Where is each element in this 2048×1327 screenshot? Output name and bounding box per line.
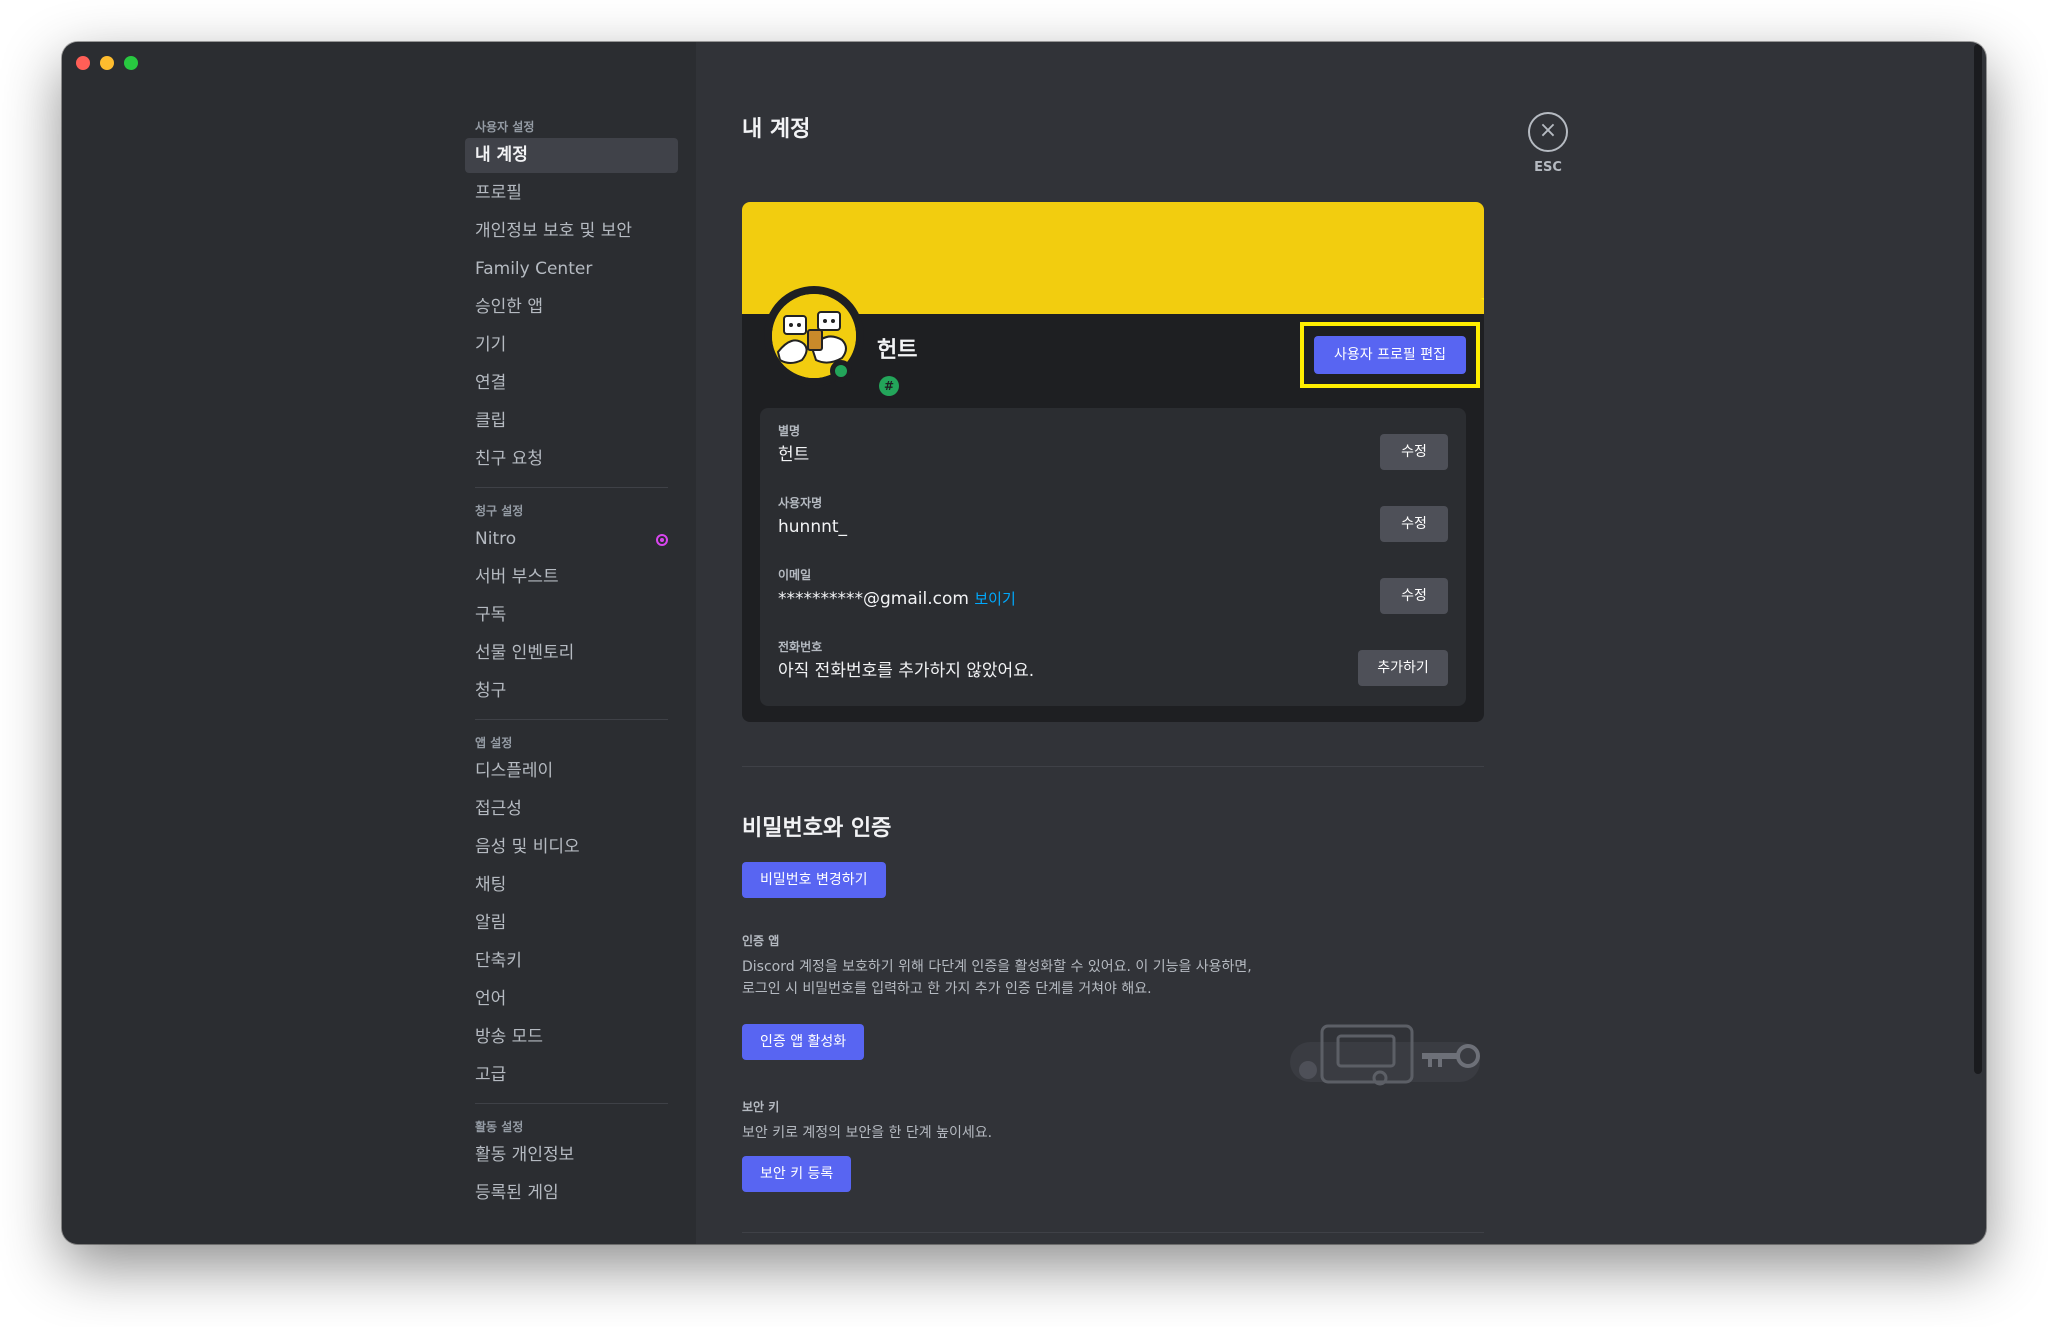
sidebar-item-voice-video[interactable]: 음성 및 비디오 [465, 830, 678, 865]
reveal-email-link[interactable]: 보이기 [974, 590, 1015, 608]
display-name: 헌트 [877, 338, 918, 363]
profile-banner [742, 202, 1484, 314]
sidebar-item-subscriptions[interactable]: 구독 [465, 598, 678, 633]
maximize-window-button[interactable] [124, 56, 138, 70]
close-window-button[interactable] [76, 56, 90, 70]
section-divider [742, 766, 1484, 767]
settings-sidebar: 사용자 설정 내 계정 프로필 개인정보 보호 및 보안 Family Cent… [465, 108, 678, 1214]
sidebar-item-advanced[interactable]: 고급 [465, 1058, 678, 1093]
sidebar-divider [475, 1103, 668, 1104]
sidebar-item-family-center[interactable]: Family Center [465, 252, 678, 287]
edit-username-button[interactable]: 수정 [1380, 506, 1448, 542]
sidebar-item-notifications[interactable]: 알림 [465, 906, 678, 941]
edit-email-button[interactable]: 수정 [1380, 578, 1448, 614]
section-header-app-settings: 앱 설정 [475, 736, 513, 750]
profile-card: 헌트 # 사용자 프로필 편집 별명 헌트 수정 사용자명 hunnnt_ 수정 [742, 202, 1484, 722]
nickname-row: 별명 헌트 수정 [778, 422, 1448, 478]
sidebar-divider [475, 487, 668, 488]
sidebar-item-profile[interactable]: 프로필 [465, 176, 678, 211]
sidebar-item-label: Nitro [475, 529, 517, 549]
nickname-label: 별명 [778, 424, 801, 438]
email-label: 이메일 [778, 568, 812, 582]
phone-label: 전화번호 [778, 640, 823, 654]
safe-key-illustration-icon [1290, 1024, 1480, 1086]
sidebar-item-privacy-safety[interactable]: 개인정보 보호 및 보안 [465, 214, 678, 249]
app-window: 사용자 설정 내 계정 프로필 개인정보 보호 및 보안 Family Cent… [62, 42, 1986, 1244]
register-security-key-button[interactable]: 보안 키 등록 [742, 1156, 852, 1192]
sidebar-item-my-account[interactable]: 내 계정 [465, 138, 678, 173]
section-header-activity-settings: 활동 설정 [475, 1120, 524, 1134]
sidebar-item-billing[interactable]: 청구 [465, 674, 678, 709]
nickname-value: 헌트 [778, 445, 810, 465]
minimize-window-button[interactable] [100, 56, 114, 70]
close-icon[interactable]: × [1528, 112, 1568, 152]
security-section-title: 비밀번호와 인증 [742, 816, 892, 841]
sidebar-item-registered-games[interactable]: 등록된 게임 [465, 1176, 678, 1211]
sidebar-item-nitro[interactable]: Nitro [465, 522, 678, 557]
username-value: hunnnt_ [778, 517, 848, 537]
enable-auth-app-button[interactable]: 인증 앱 활성화 [742, 1024, 865, 1060]
sidebar-item-chat[interactable]: 채팅 [465, 868, 678, 903]
scrollbar[interactable] [1974, 44, 1982, 1074]
change-password-button[interactable]: 비밀번호 변경하기 [742, 862, 886, 898]
edit-nickname-button[interactable]: 수정 [1380, 434, 1448, 470]
username-label: 사용자명 [778, 496, 823, 510]
section-header-billing-settings: 청구 설정 [475, 504, 524, 518]
sidebar-item-streamer-mode[interactable]: 방송 모드 [465, 1020, 678, 1055]
sidebar-item-friend-requests[interactable]: 친구 요청 [465, 442, 678, 477]
sidebar-item-keybinds[interactable]: 단축키 [465, 944, 678, 979]
hash-badge-icon: # [879, 376, 899, 396]
star-icon [1481, 298, 1484, 301]
edit-user-profile-button[interactable]: 사용자 프로필 편집 [1314, 336, 1466, 374]
online-status-icon [830, 360, 852, 382]
page-title: 내 계정 [742, 117, 811, 142]
email-row: 이메일 **********@gmail.com 보이기 수정 [778, 566, 1448, 622]
security-key-description: 보안 키로 계정의 보안을 한 단계 높이세요. [742, 1125, 993, 1141]
add-phone-button[interactable]: 추가하기 [1358, 650, 1448, 686]
email-value-line: **********@gmail.com 보이기 [778, 584, 1448, 614]
window-controls [76, 56, 138, 70]
sidebar-item-authorized-apps[interactable]: 승인한 앱 [465, 290, 678, 325]
auth-app-label: 인증 앱 [742, 934, 780, 948]
close-settings: × ESC [1528, 112, 1568, 175]
username-row: 사용자명 hunnnt_ 수정 [778, 494, 1448, 550]
esc-label: ESC [1534, 160, 1562, 175]
section-divider [742, 1232, 1484, 1233]
sidebar-item-activity-privacy[interactable]: 활동 개인정보 [465, 1138, 678, 1173]
sidebar-divider [475, 719, 668, 720]
auth-app-description-line-1: Discord 계정을 보호하기 위해 다단계 인증을 활성화할 수 있어요. … [742, 959, 1252, 975]
sidebar-item-clips[interactable]: 클립 [465, 404, 678, 439]
auth-app-description-line-2: 로그인 시 비밀번호를 입력하고 한 가지 추가 인증 단계를 거쳐야 해요. [742, 981, 1152, 997]
account-fields: 별명 헌트 수정 사용자명 hunnnt_ 수정 이메일 **********@… [760, 408, 1466, 706]
sidebar-item-devices[interactable]: 기기 [465, 328, 678, 363]
nitro-icon [656, 534, 668, 546]
sidebar-item-accessibility[interactable]: 접근성 [465, 792, 678, 827]
section-header-user-settings: 사용자 설정 [475, 120, 535, 134]
main-content: 내 계정 헌트 # 사용자 프로필 편집 별명 헌트 수정 사용자명 hunnn… [742, 102, 1484, 1233]
phone-value: 아직 전화번호를 추가하지 않았어요. [778, 661, 1035, 681]
sidebar-item-connections[interactable]: 연결 [465, 366, 678, 401]
phone-row: 전화번호 아직 전화번호를 추가하지 않았어요. 추가하기 [778, 638, 1448, 694]
sidebar-item-language[interactable]: 언어 [465, 982, 678, 1017]
sidebar-item-gift-inventory[interactable]: 선물 인벤토리 [465, 636, 678, 671]
email-value: **********@gmail.com [778, 589, 969, 609]
security-key-label: 보안 키 [742, 1100, 780, 1114]
sidebar-item-server-boost[interactable]: 서버 부스트 [465, 560, 678, 595]
sidebar-item-display[interactable]: 디스플레이 [465, 754, 678, 789]
